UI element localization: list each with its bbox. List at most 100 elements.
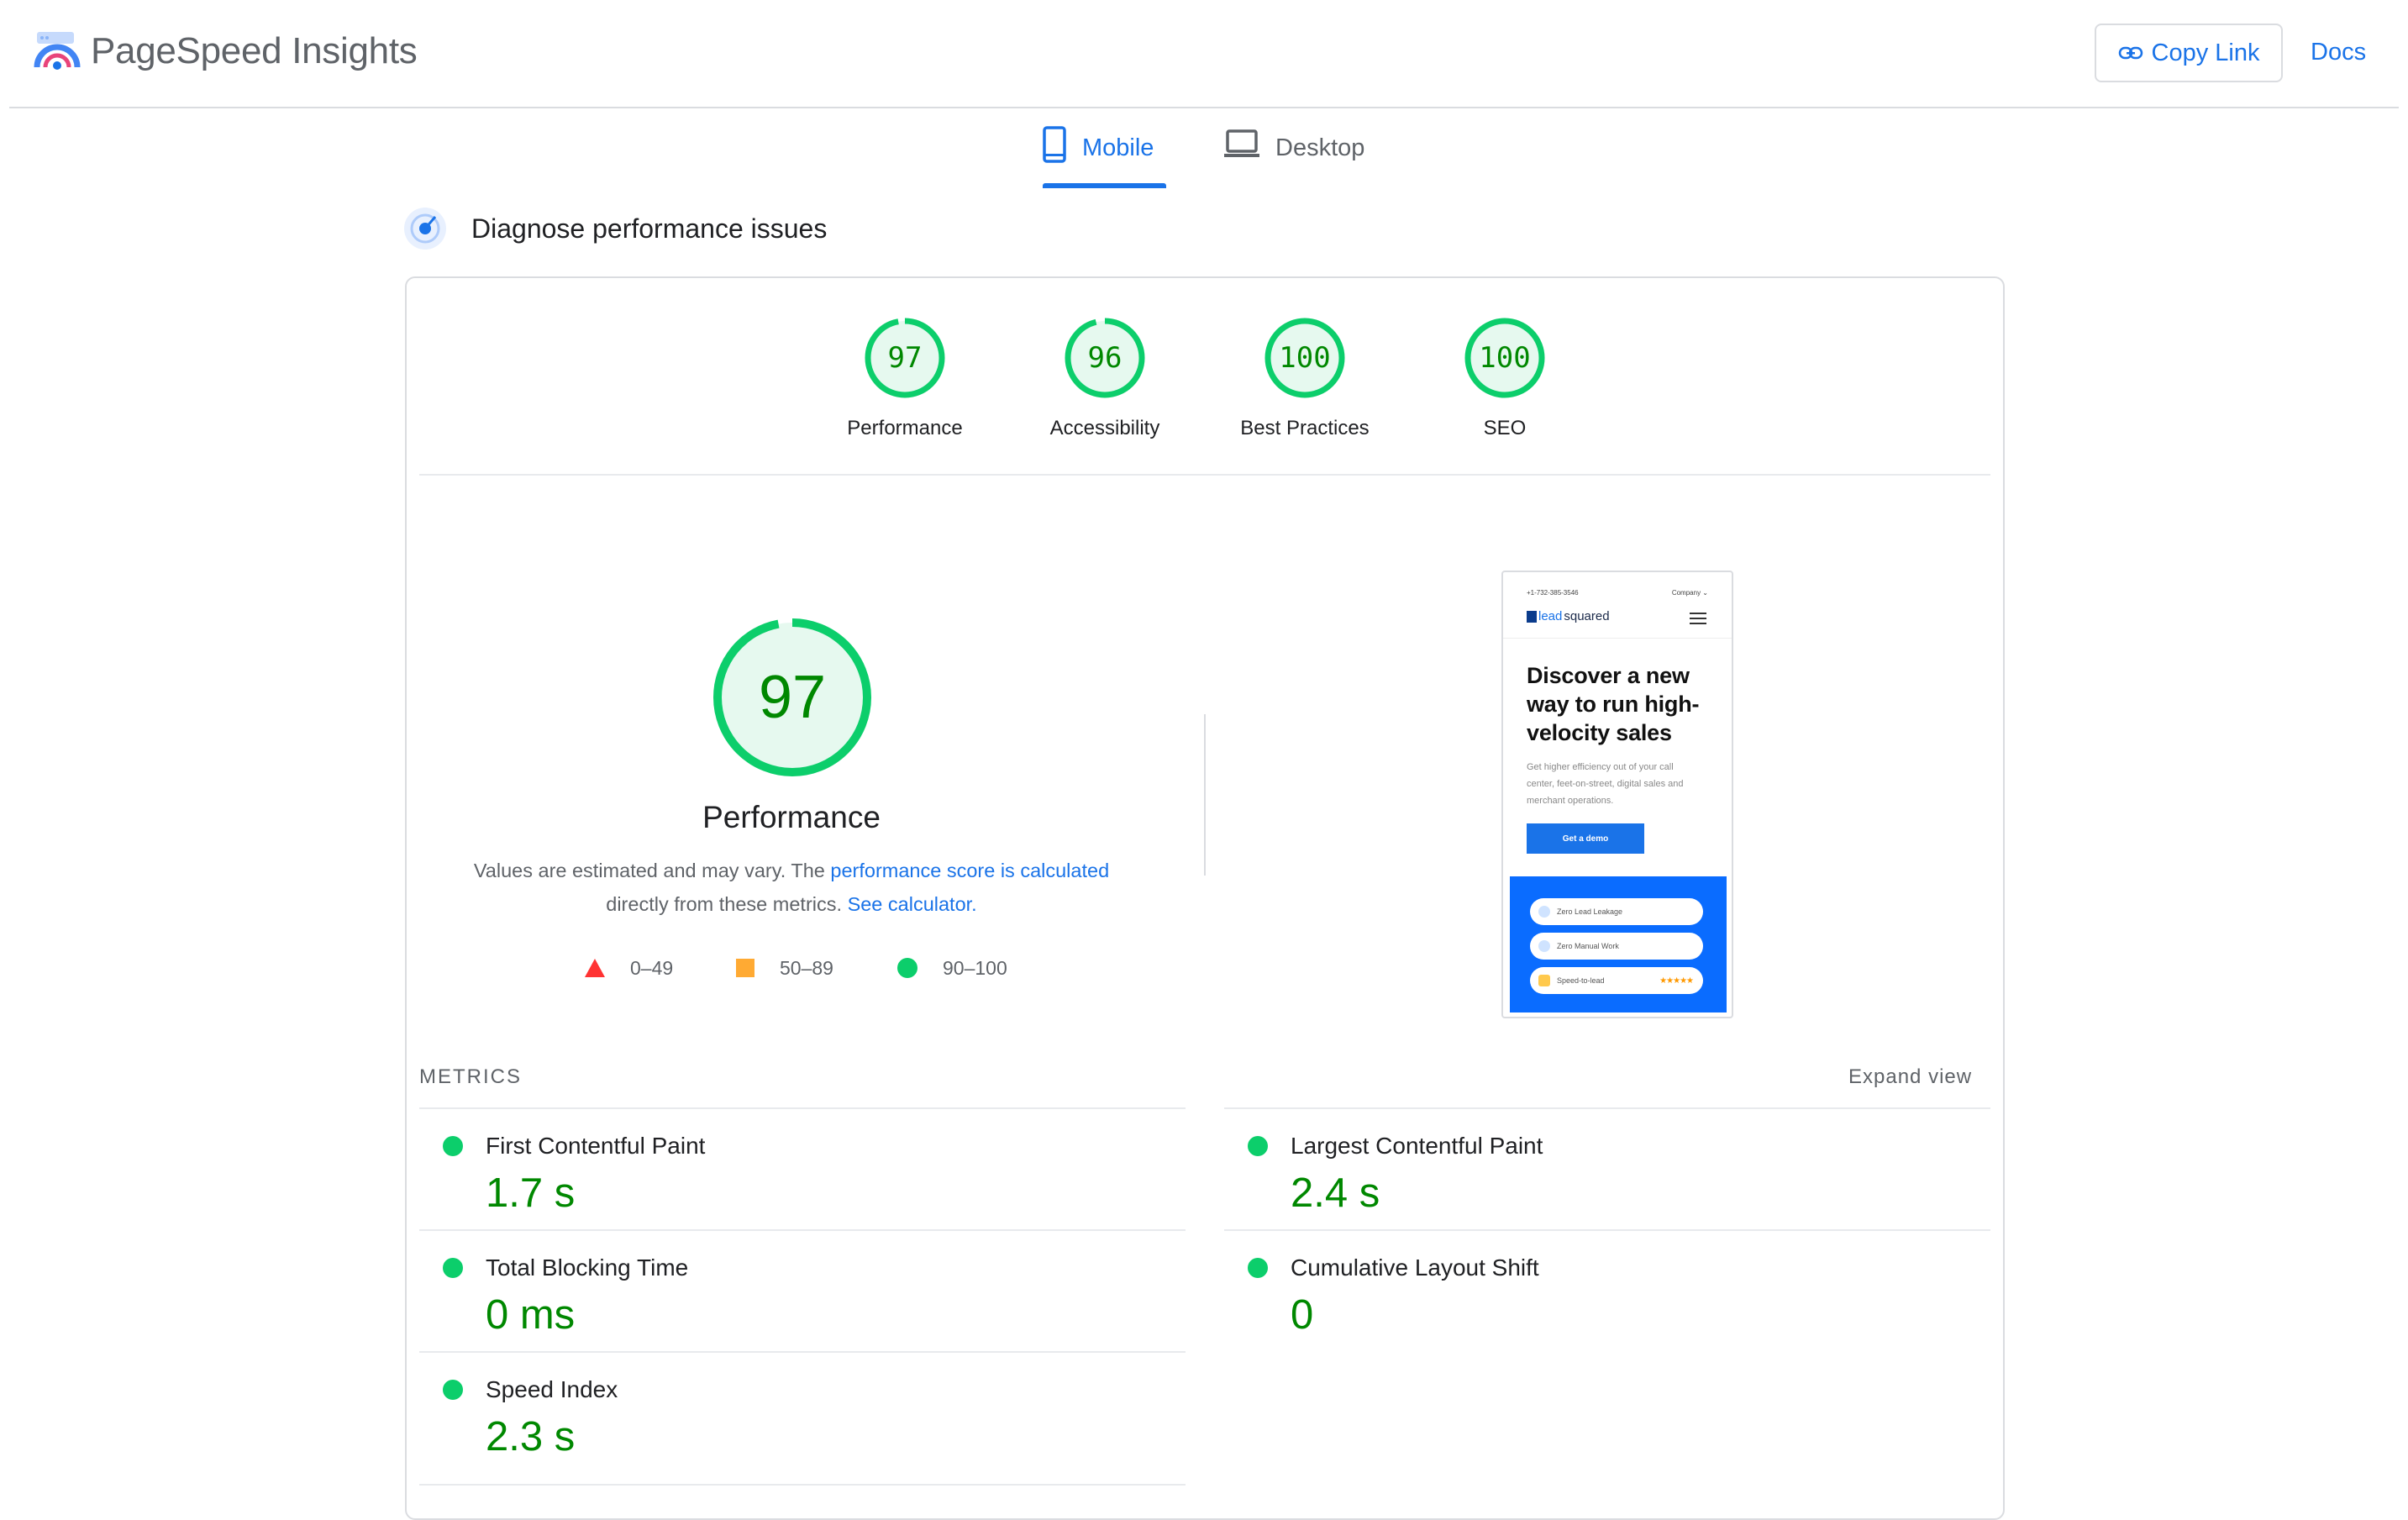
copy-link-button[interactable]: Copy Link [2095, 24, 2283, 82]
vertical-divider [1204, 714, 1206, 876]
score-gauge-seo[interactable]: 100 [1463, 316, 1547, 400]
pass-circle-icon [443, 1380, 463, 1400]
square-icon [736, 959, 754, 977]
header-divider [9, 107, 2399, 108]
star-rating-icon: ★★★★★ [1659, 976, 1694, 986]
score-gauge-accessibility[interactable]: 96 [1063, 316, 1147, 400]
screenshot-topline: +1-732-385-3546 Company ⌄ [1527, 589, 1708, 597]
tab-active-indicator [1043, 183, 1166, 188]
pass-circle-icon [443, 1136, 463, 1156]
performance-gauge: 97 [711, 616, 874, 779]
metric-divider [419, 1229, 1186, 1231]
legend-fail: 0–49 [585, 953, 673, 983]
page-screenshot[interactable]: +1-732-385-3546 Company ⌄ lead squared Di… [1501, 571, 1733, 1018]
see-calculator-link[interactable]: See calculator. [848, 893, 977, 915]
tab-desktop[interactable]: Desktop [1223, 126, 1364, 190]
tab-desktop-label: Desktop [1275, 134, 1365, 161]
score-label: Performance [847, 417, 963, 439]
legend-average-range: 50–89 [780, 956, 833, 979]
screenshot-cta-button: Get a demo [1527, 823, 1644, 854]
legend-average: 50–89 [736, 953, 833, 983]
laptop-icon [1224, 129, 1259, 157]
screenshot-pill: Zero Manual Work [1530, 933, 1703, 960]
metric-name: Speed Index [486, 1376, 618, 1402]
screenshot-pill: Zero Lead Leakage [1530, 898, 1703, 925]
pass-circle-icon [1248, 1136, 1268, 1156]
brand-mark-icon [1527, 610, 1537, 623]
metric-value: 0 [1291, 1292, 1314, 1338]
pass-circle-icon [443, 1258, 463, 1278]
pill-label: Speed-to-lead [1557, 976, 1605, 985]
score-gauge-best-practices[interactable]: 100 [1263, 316, 1347, 400]
section-title: Diagnose performance issues [471, 213, 828, 244]
screenshot-company-menu: Company ⌄ [1671, 589, 1708, 597]
metric-speed-index: Speed Index 2.3 s [419, 1363, 1175, 1481]
score-label: Accessibility [1049, 417, 1160, 439]
screenshot-brand-logo: lead squared [1527, 609, 1610, 623]
score-label: Best Practices [1240, 417, 1370, 439]
metric-divider [1224, 1107, 1990, 1109]
metric-value: 1.7 s [486, 1170, 576, 1216]
performance-title: Performance [702, 800, 881, 834]
screenshot-pill: Speed-to-lead ★★★★★ [1530, 967, 1703, 994]
legend-fail-range: 0–49 [630, 956, 674, 979]
pass-circle-icon [1248, 1258, 1268, 1278]
metric-total-blocking-time: Total Blocking Time 0 ms [419, 1241, 1175, 1359]
screenshot-subtext: Get higher efficiency out of your call c… [1527, 762, 1684, 806]
metric-name: First Contentful Paint [486, 1133, 706, 1159]
screenshot-phone: +1-732-385-3546 [1527, 589, 1579, 597]
score-value: 100 [1279, 341, 1331, 375]
metric-value: 0 ms [486, 1292, 576, 1338]
screenshot-heading: Discover a new way to run high-velocity … [1527, 663, 1700, 745]
screenshot-divider [1503, 638, 1732, 639]
metric-divider [419, 1484, 1186, 1486]
tab-mobile[interactable]: Mobile [1042, 126, 1154, 190]
brand-dark: squared [1564, 609, 1610, 623]
pill-icon [1538, 940, 1550, 952]
top-bar: PageSpeed Insights Copy Link Docs [0, 0, 2408, 108]
pill-icon [1538, 906, 1550, 918]
metric-name: Cumulative Layout Shift [1291, 1254, 1539, 1281]
link-icon [2118, 46, 2142, 60]
metric-value: 2.4 s [1291, 1170, 1380, 1216]
metric-divider [419, 1107, 1186, 1109]
app-title: PageSpeed Insights [91, 30, 418, 71]
metric-name: Largest Contentful Paint [1291, 1133, 1543, 1159]
screenshot-feature-panel: Zero Lead Leakage Zero Manual Work Speed… [1510, 876, 1727, 1012]
desc-middle: directly from these metrics. [606, 893, 848, 915]
score-label: SEO [1483, 417, 1527, 439]
score-gauge-performance[interactable]: 97 [863, 316, 947, 400]
pill-label: Zero Manual Work [1557, 942, 1619, 950]
smartphone-icon [1043, 126, 1066, 163]
score-calculated-link[interactable]: performance score is calculated [830, 860, 1109, 881]
diagnose-icon [404, 208, 446, 250]
metric-first-contentful-paint: First Contentful Paint 1.7 s [419, 1119, 1175, 1237]
triangle-icon [585, 959, 605, 977]
pill-label: Zero Lead Leakage [1557, 907, 1623, 916]
expand-view-toggle[interactable]: Expand view [1848, 1065, 1972, 1089]
circle-icon [897, 958, 917, 978]
hamburger-menu-icon [1690, 613, 1706, 628]
brand-light: lead [1538, 609, 1563, 623]
metrics-title: METRICS [419, 1065, 522, 1088]
score-value: 96 [1087, 341, 1123, 375]
pill-icon [1538, 975, 1550, 986]
metric-cumulative-layout-shift: Cumulative Layout Shift 0 [1224, 1241, 1980, 1359]
docs-link[interactable]: Docs [2311, 37, 2366, 67]
metric-value: 2.3 s [486, 1414, 576, 1460]
score-value: 97 [887, 341, 923, 375]
copy-link-label: Copy Link [2151, 39, 2260, 66]
metric-divider [1224, 1229, 1990, 1231]
score-value: 100 [1479, 341, 1531, 375]
desc-prefix: Values are estimated and may vary. The [473, 860, 831, 881]
pagespeed-logo-icon[interactable] [34, 30, 81, 74]
metric-divider [419, 1351, 1186, 1353]
metric-name: Total Blocking Time [486, 1254, 689, 1281]
tab-mobile-label: Mobile [1082, 134, 1154, 161]
performance-description: Values are estimated and may vary. The p… [437, 854, 1146, 921]
metric-largest-contentful-paint: Largest Contentful Paint 2.4 s [1224, 1119, 1980, 1237]
legend-pass: 90–100 [897, 953, 1007, 983]
performance-score: 97 [758, 664, 827, 731]
legend-pass-range: 90–100 [943, 956, 1007, 979]
score-divider [419, 474, 1990, 476]
